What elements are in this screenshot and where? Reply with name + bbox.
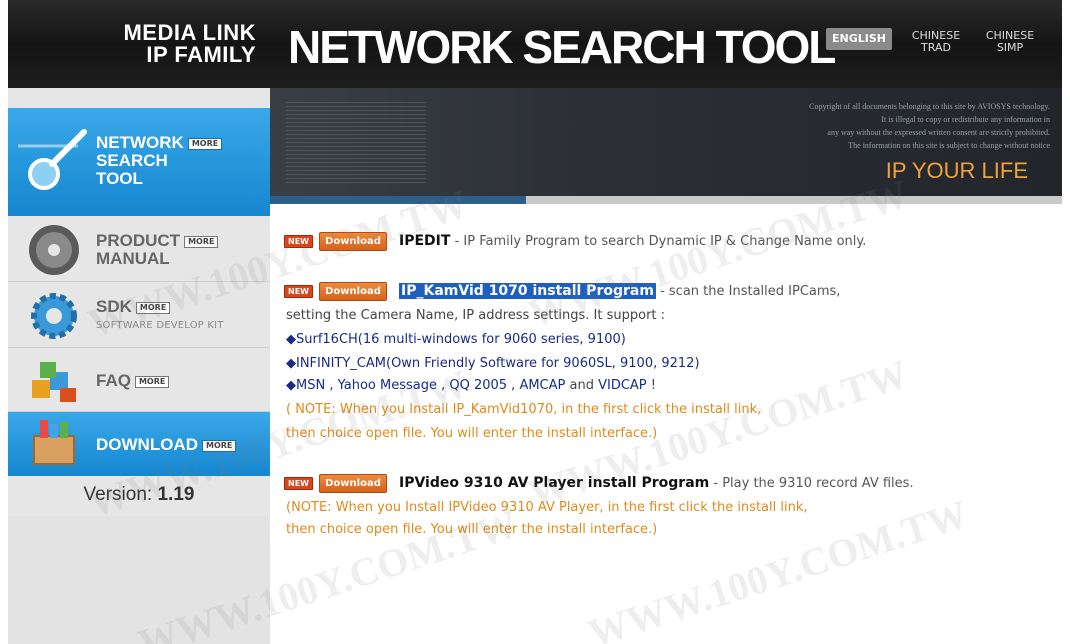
sidebar-label-line: TOOL <box>96 169 143 188</box>
program-description: - Play the 9310 record AV files. <box>713 476 914 491</box>
install-note: then choice open file. You will enter th… <box>286 426 658 441</box>
banner-divider-accent <box>270 196 526 204</box>
new-badge: NEW <box>284 477 313 490</box>
page: MEDIA LINK IP FAMILY NETWORK SEARCH TOOL… <box>0 0 1070 644</box>
bullet-text: and <box>565 378 599 393</box>
more-button[interactable]: MORE <box>135 301 171 314</box>
download-button[interactable]: Download <box>319 282 387 301</box>
new-badge: NEW <box>284 235 313 248</box>
feature-bullet: ◆MSN , Yahoo Message , QQ 2005 , AMCAP a… <box>286 378 656 393</box>
copyright-line: any way without the expressed written co… <box>827 128 1050 137</box>
download-button[interactable]: Download <box>319 232 387 251</box>
sidebar-label-line: MANUAL <box>96 249 170 268</box>
banner: Copyright of all documents belonging to … <box>270 88 1062 196</box>
list-item: NEW Download IP_KamVid 1070 install Prog… <box>284 282 840 301</box>
sidebar-item-sdk[interactable]: SDK MORE SOFTWARE DEVELOP KIT <box>8 282 270 348</box>
page-title: NETWORK SEARCH TOOL <box>288 21 836 73</box>
version-info: Version: 1.19 <box>8 484 270 506</box>
logo-line2: IP FAMILY <box>146 42 256 67</box>
sidebar-sublabel: SOFTWARE DEVELOP KIT <box>96 320 224 331</box>
copyright-line: The information on this site is subject … <box>848 141 1050 150</box>
logo[interactable]: MEDIA LINK IP FAMILY <box>86 22 256 66</box>
program-detail: setting the Camera Name, IP address sett… <box>286 308 666 323</box>
version-label: Version: <box>83 484 153 505</box>
amcap-link[interactable]: AMCAP <box>519 378 565 393</box>
install-note: (NOTE: When you Install IPVideo 9310 AV … <box>286 500 808 515</box>
sidebar-label-line: SDK <box>96 297 132 316</box>
sidebar-label-line: PRODUCT <box>96 231 181 250</box>
copyright-notice: Copyright of all documents belonging to … <box>690 100 1050 152</box>
blocks-icon <box>32 362 76 402</box>
feature-bullet: ◆Surf16CH(16 multi-windows for 9060 seri… <box>286 332 626 347</box>
sidebar-item-product-manual[interactable]: PRODUCT MORE MANUAL <box>8 216 270 282</box>
banner-divider-bar <box>270 196 1062 204</box>
program-link[interactable]: IPEDIT <box>399 233 450 249</box>
sidebar-label-line: SEARCH <box>96 151 168 170</box>
program-description: - scan the Installed IPCams, <box>660 284 841 299</box>
install-note: ( NOTE: When you Install IP_KamVid1070, … <box>286 402 762 417</box>
install-note: then choice open file. You will enter th… <box>286 522 658 537</box>
banner-text-decoration <box>286 102 426 186</box>
version-value: 1.19 <box>157 484 195 505</box>
program-link[interactable]: IP_KamVid 1070 install Program <box>399 283 656 299</box>
more-button[interactable]: MORE <box>184 235 219 248</box>
gear-icon <box>31 293 77 339</box>
disc-icon <box>29 225 79 275</box>
vidcap-link[interactable]: VIDCAP <box>598 378 647 393</box>
list-item: NEW Download IPVideo 9310 AV Player inst… <box>284 474 914 493</box>
more-button[interactable]: MORE <box>187 137 223 150</box>
bullet-text: ! <box>646 378 656 393</box>
program-link[interactable]: IPVideo 9310 AV Player install Program <box>399 475 709 491</box>
sidebar-label-line: FAQ <box>96 371 131 390</box>
sidebar: NETWORK MORE SEARCH TOOL PRODUCT MORE MANU… <box>8 88 270 644</box>
more-button[interactable]: MORE <box>201 439 237 452</box>
copyright-line: Copyright of all documents belonging to … <box>809 102 1050 111</box>
sidebar-item-faq[interactable]: FAQ MORE <box>8 348 270 412</box>
bullet-text: ◆MSN , Yahoo Message , QQ 2005 , <box>286 378 520 393</box>
more-button[interactable]: MORE <box>134 375 170 388</box>
site-header: MEDIA LINK IP FAMILY NETWORK SEARCH TOOL… <box>8 0 1062 88</box>
sidebar-label-line: DOWNLOAD <box>96 435 198 454</box>
list-item: NEW Download IPEDIT - IP Family Program … <box>284 232 866 251</box>
lang-trad-line2: TRAD <box>921 41 951 54</box>
tagline: IP YOUR LIFE <box>885 158 1028 183</box>
sidebar-label-line: NETWORK <box>96 133 184 152</box>
box-icon <box>33 420 75 465</box>
lang-simp-line2: SIMP <box>996 41 1024 54</box>
copyright-line: It is illegal to copy or redistribute an… <box>881 115 1050 124</box>
sidebar-filler <box>8 516 270 644</box>
program-description: - IP Family Program to search Dynamic IP… <box>454 234 867 249</box>
sidebar-item-network-search-tool[interactable]: NETWORK MORE SEARCH TOOL <box>8 108 270 216</box>
feature-bullet: ◆INFINITY_CAM(Own Friendly Software for … <box>286 356 700 371</box>
lang-chinese-trad-button[interactable]: CHINESE TRAD <box>908 30 964 54</box>
new-badge: NEW <box>284 285 313 298</box>
lang-chinese-simp-button[interactable]: CHINESE SIMP <box>980 30 1040 54</box>
download-button[interactable]: Download <box>319 474 387 493</box>
magnifier-icon <box>18 129 87 190</box>
sidebar-item-download[interactable]: DOWNLOAD MORE <box>8 412 270 476</box>
logo-line1: MEDIA LINK <box>123 20 256 45</box>
lang-english-button[interactable]: ENGLISH <box>826 28 892 50</box>
